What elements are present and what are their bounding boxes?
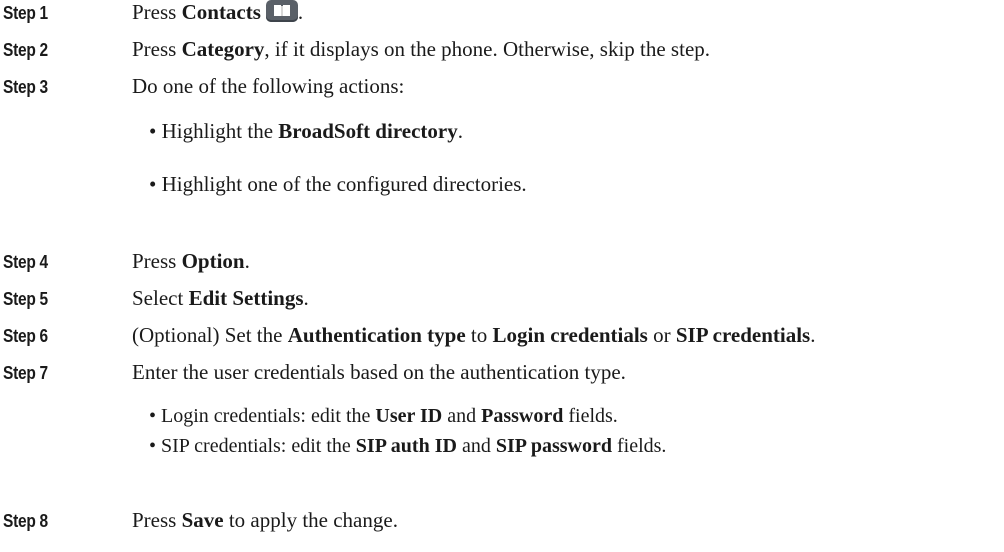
category-keyword: Category bbox=[181, 37, 265, 61]
step-7-bullet-1: • Login credentials: edit the User ID an… bbox=[149, 405, 618, 428]
sip-auth-id-keyword: SIP auth ID bbox=[355, 435, 457, 457]
step-6-label: Step 6 bbox=[3, 326, 48, 346]
step-1-text-end: . bbox=[297, 0, 304, 24]
step-4-text: Press Option. bbox=[132, 249, 250, 274]
user-id-keyword: User ID bbox=[375, 405, 443, 427]
step-5-text: Select Edit Settings. bbox=[132, 286, 309, 311]
sip-password-keyword: SIP password bbox=[495, 435, 612, 457]
edit-settings-keyword: Edit Settings bbox=[188, 286, 304, 310]
login-credentials-keyword: Login credentials bbox=[492, 323, 648, 347]
step-8-text-end: to apply the change. bbox=[223, 508, 398, 532]
step-6-text-end: . bbox=[810, 323, 816, 347]
step-8-text: Press Save to apply the change. bbox=[132, 508, 398, 533]
step-6-text-part: (Optional) Set the bbox=[132, 323, 288, 347]
step-2-text-end: , if it displays on the phone. Otherwise… bbox=[264, 37, 711, 61]
bullet-text-end: fields. bbox=[611, 435, 667, 457]
bullet-text-part: • Login credentials: edit the bbox=[149, 405, 376, 427]
step-8-label: Step 8 bbox=[3, 511, 48, 531]
authentication-type-keyword: Authentication type bbox=[287, 323, 466, 347]
step-3-bullet-1: • Highlight the BroadSoft directory. bbox=[149, 119, 463, 144]
contacts-keyword: Contacts bbox=[181, 0, 261, 24]
sip-credentials-keyword: SIP credentials bbox=[675, 323, 811, 347]
step-7-label: Step 7 bbox=[3, 363, 48, 383]
save-keyword: Save bbox=[181, 508, 224, 532]
step-6-text-part: or bbox=[647, 323, 676, 347]
bullet-text-part: and bbox=[442, 405, 482, 427]
step-2-label: Step 2 bbox=[3, 40, 48, 60]
step-1-text: Press Contacts. bbox=[132, 0, 303, 25]
password-keyword: Password bbox=[481, 405, 564, 427]
step-1-text-part: Press bbox=[132, 0, 182, 24]
step-7-text: Enter the user credentials based on the … bbox=[132, 360, 626, 384]
step-6-text-part: to bbox=[465, 323, 493, 347]
step-5-text-end: . bbox=[303, 286, 309, 310]
contacts-book-icon bbox=[265, 0, 298, 22]
step-4-label: Step 4 bbox=[3, 252, 48, 272]
bullet-text-part: • SIP credentials: edit the bbox=[149, 435, 356, 457]
bullet-text-part: and bbox=[456, 435, 496, 457]
step-3-bullet-2: • Highlight one of the configured direct… bbox=[149, 172, 527, 196]
step-7-bullet-2: • SIP credentials: edit the SIP auth ID … bbox=[149, 435, 666, 458]
procedure-document: Step 1 Press Contacts. Step 2 Press Cate… bbox=[0, 0, 1004, 552]
step-6-text: (Optional) Set the Authentication type t… bbox=[132, 323, 815, 348]
step-2-text-part: Press bbox=[132, 37, 182, 61]
option-keyword: Option bbox=[181, 249, 245, 273]
step-1-label: Step 1 bbox=[3, 3, 48, 23]
bullet-text-part: • Highlight the bbox=[149, 119, 279, 143]
step-4-text-part: Press bbox=[132, 249, 182, 273]
step-8-text-part: Press bbox=[132, 508, 182, 532]
step-3-text: Do one of the following actions: bbox=[132, 74, 405, 98]
step-2-text: Press Category, if it displays on the ph… bbox=[132, 37, 710, 62]
step-5-text-part: Select bbox=[132, 286, 189, 310]
step-4-text-end: . bbox=[244, 249, 250, 273]
broadsoft-directory-keyword: BroadSoft directory bbox=[278, 119, 458, 143]
step-3-label: Step 3 bbox=[3, 77, 48, 97]
bullet-text-end: fields. bbox=[563, 405, 618, 427]
bullet-text-end: . bbox=[457, 119, 463, 143]
step-5-label: Step 5 bbox=[3, 289, 48, 309]
